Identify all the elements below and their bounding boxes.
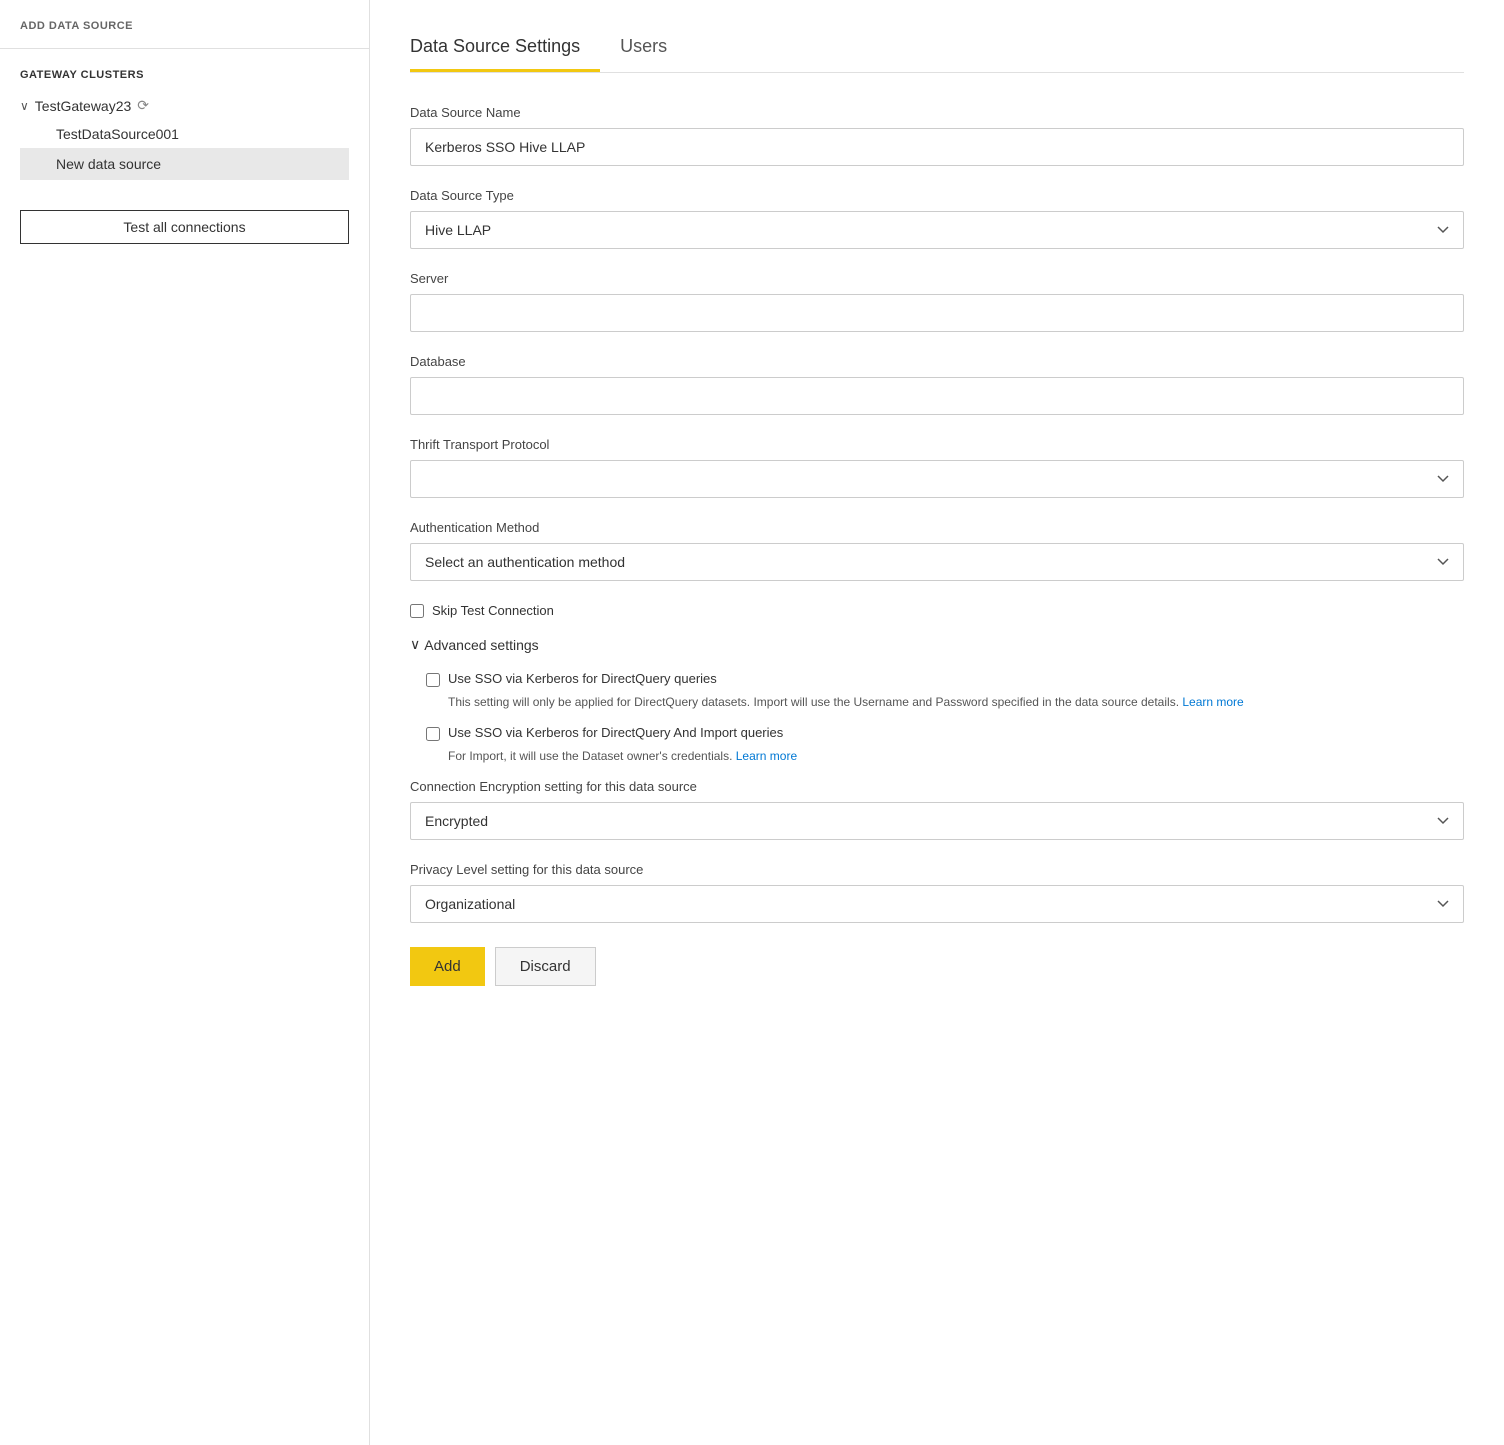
sso-import-row: Use SSO via Kerberos for DirectQuery And… (426, 725, 1464, 741)
sso-directquery-learn-more-link[interactable]: Learn more (1182, 695, 1243, 709)
main-content: Data Source Settings Users Data Source N… (370, 0, 1504, 1445)
privacy-level-label: Privacy Level setting for this data sour… (410, 862, 1464, 877)
skip-test-connection-checkbox[interactable] (410, 604, 424, 618)
database-label: Database (410, 354, 1464, 369)
datasource-item-testdatasource001[interactable]: TestDataSource001 (20, 120, 349, 148)
sso-import-description: For Import, it will use the Dataset owne… (448, 747, 1464, 765)
connection-encryption-label: Connection Encryption setting for this d… (410, 779, 1464, 794)
auth-method-label: Authentication Method (410, 520, 1464, 535)
server-group: Server (410, 271, 1464, 332)
auth-method-select[interactable]: Select an authentication method (410, 543, 1464, 581)
skip-test-connection-label: Skip Test Connection (432, 603, 554, 618)
tab-data-source-settings[interactable]: Data Source Settings (410, 24, 600, 72)
sso-import-learn-more-link[interactable]: Learn more (736, 749, 797, 763)
sso-directquery-description-text: This setting will only be applied for Di… (448, 695, 1182, 709)
data-source-type-select[interactable]: Hive LLAP (410, 211, 1464, 249)
gateway-clusters-label: GATEWAY CLUSTERS (20, 69, 349, 81)
thrift-transport-label: Thrift Transport Protocol (410, 437, 1464, 452)
sso-directquery-row: Use SSO via Kerberos for DirectQuery que… (426, 671, 1464, 687)
tab-bar: Data Source Settings Users (410, 24, 1464, 73)
auth-method-group: Authentication Method Select an authenti… (410, 520, 1464, 581)
sso-import-group: Use SSO via Kerberos for DirectQuery And… (426, 725, 1464, 765)
sso-import-label: Use SSO via Kerberos for DirectQuery And… (448, 725, 783, 740)
server-label: Server (410, 271, 1464, 286)
database-input[interactable] (410, 377, 1464, 415)
action-buttons: Add Discard (410, 947, 1464, 986)
chevron-down-icon: ∨ (20, 99, 29, 113)
sso-import-description-text: For Import, it will use the Dataset owne… (448, 749, 736, 763)
privacy-level-select[interactable]: Organizational (410, 885, 1464, 923)
advanced-settings-label: Advanced settings (424, 637, 538, 653)
data-source-type-label: Data Source Type (410, 188, 1464, 203)
skip-test-connection-group: Skip Test Connection (410, 603, 1464, 618)
connection-encryption-select[interactable]: Encrypted (410, 802, 1464, 840)
data-source-type-group: Data Source Type Hive LLAP (410, 188, 1464, 249)
thrift-transport-select[interactable] (410, 460, 1464, 498)
sso-directquery-checkbox[interactable] (426, 673, 440, 687)
new-datasource-item[interactable]: New data source (20, 148, 349, 180)
database-group: Database (410, 354, 1464, 415)
add-button[interactable]: Add (410, 947, 485, 986)
sso-directquery-group: Use SSO via Kerberos for DirectQuery que… (426, 671, 1464, 711)
gateway-section: GATEWAY CLUSTERS ∨ TestGateway23 ⟳ TestD… (0, 49, 369, 180)
advanced-settings-toggle[interactable]: ∨ Advanced settings (410, 636, 1464, 653)
connection-encryption-group: Connection Encryption setting for this d… (410, 779, 1464, 840)
gateway-name: TestGateway23 (35, 98, 132, 114)
server-input[interactable] (410, 294, 1464, 332)
advanced-settings-section: Use SSO via Kerberos for DirectQuery que… (410, 671, 1464, 765)
discard-button[interactable]: Discard (495, 947, 596, 986)
sso-import-checkbox[interactable] (426, 727, 440, 741)
sso-directquery-description: This setting will only be applied for Di… (448, 693, 1464, 711)
thrift-transport-group: Thrift Transport Protocol (410, 437, 1464, 498)
sidebar-header: ADD DATA SOURCE (0, 20, 369, 49)
gateway-item[interactable]: ∨ TestGateway23 ⟳ (20, 91, 349, 120)
datasource-label: TestDataSource001 (56, 126, 179, 142)
data-source-name-group: Data Source Name (410, 105, 1464, 166)
refresh-icon[interactable]: ⟳ (137, 97, 149, 114)
new-datasource-label: New data source (56, 156, 161, 172)
sidebar: ADD DATA SOURCE GATEWAY CLUSTERS ∨ TestG… (0, 0, 370, 1445)
privacy-level-group: Privacy Level setting for this data sour… (410, 862, 1464, 923)
advanced-settings-chevron-icon: ∨ (410, 636, 420, 653)
test-all-connections-button[interactable]: Test all connections (20, 210, 349, 244)
data-source-name-input[interactable] (410, 128, 1464, 166)
data-source-name-label: Data Source Name (410, 105, 1464, 120)
tab-users[interactable]: Users (620, 24, 687, 72)
sso-directquery-label: Use SSO via Kerberos for DirectQuery que… (448, 671, 717, 686)
